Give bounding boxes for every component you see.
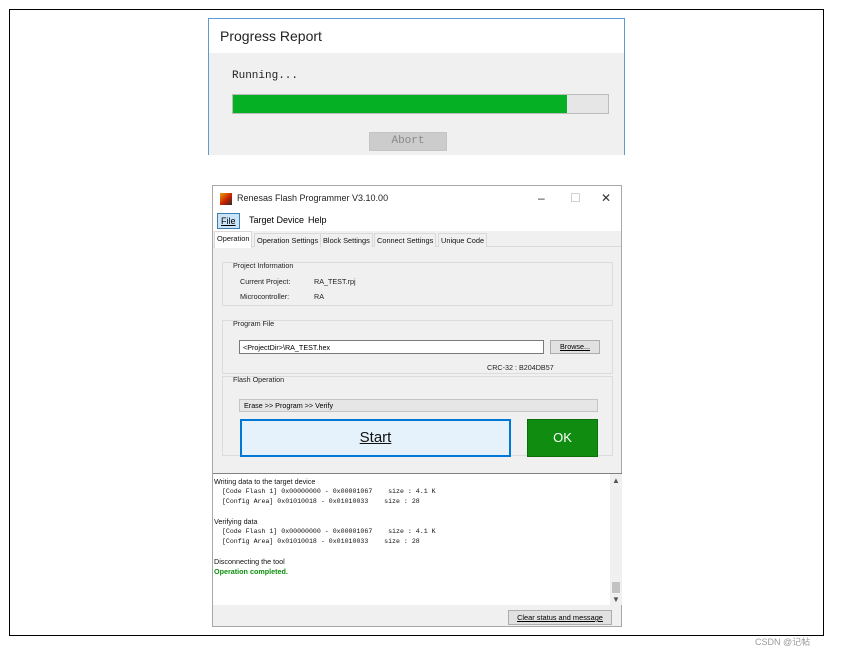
operation-panel: Project Information Current Project: RA_… [222, 250, 613, 458]
log-completed: Operation completed. [214, 567, 288, 576]
flash-operation-group: Flash Operation Erase >> Program >> Veri… [222, 375, 613, 457]
group-title: Project Information [233, 261, 294, 270]
maximize-icon[interactable]: ☐ [570, 190, 581, 206]
crc-value: CRC-32 : B204DB57 [487, 363, 554, 372]
clear-status-button[interactable]: Clear status and message [508, 610, 612, 625]
log-scrollbar[interactable]: ▲ ▼ [610, 474, 622, 605]
program-file-group: Program File <ProjectDir>\RA_TEST.hex Br… [222, 319, 613, 374]
microcontroller-label: Microcontroller: [240, 292, 290, 301]
log-line: Writing data to the target device [214, 477, 316, 486]
current-project-value: RA_TEST.rpj [314, 277, 356, 286]
scroll-down-icon[interactable]: ▼ [612, 595, 620, 604]
current-project-label: Current Project: [240, 277, 291, 286]
program-file-input[interactable]: <ProjectDir>\RA_TEST.hex [239, 340, 544, 354]
progress-bar [232, 94, 609, 114]
minimize-icon[interactable]: – [538, 190, 545, 206]
tab-strip: Operation Operation Settings Block Setti… [213, 231, 621, 248]
abort-button[interactable]: Abort [369, 132, 447, 151]
log-line: Verifying data [214, 517, 258, 526]
tab-block-settings[interactable]: Block Settings [320, 233, 373, 247]
group-title: Flash Operation [233, 375, 285, 384]
log-line: [Config Area] 0x01010018 - 0x01010033 si… [214, 498, 420, 505]
menu-bar: File Target Device Help [213, 212, 621, 231]
progress-status: Running... [232, 70, 299, 82]
scroll-thumb[interactable] [612, 582, 620, 593]
menu-file[interactable]: File [217, 213, 240, 229]
start-button[interactable]: Start [240, 419, 511, 457]
menu-target-device[interactable]: Target Device [249, 215, 304, 225]
close-icon[interactable]: ✕ [601, 190, 611, 206]
browse-button[interactable]: Browse... [550, 340, 600, 354]
renesas-app-icon [220, 193, 232, 205]
project-information-group: Project Information Current Project: RA_… [222, 261, 613, 306]
microcontroller-value: RA [314, 292, 324, 301]
log-line: Disconnecting the tool [214, 557, 285, 566]
result-ok-indicator: OK [527, 419, 598, 457]
log-line: [Code Flash 1] 0x00000000 - 0x00001067 s… [214, 528, 436, 535]
watermark: CSDN @记帖 [755, 637, 811, 647]
title-bar: Renesas Flash Programmer V3.10.00 – ☐ ✕ [213, 186, 621, 212]
scroll-up-icon[interactable]: ▲ [612, 476, 620, 485]
tab-operation-settings[interactable]: Operation Settings [254, 233, 322, 247]
operation-sequence: Erase >> Program >> Verify [239, 399, 598, 412]
tab-operation[interactable]: Operation [214, 231, 253, 248]
log-line: [Code Flash 1] 0x00000000 - 0x00001067 s… [214, 488, 436, 495]
group-title: Program File [233, 319, 275, 328]
tab-connect-settings[interactable]: Connect Settings [374, 233, 437, 247]
menu-help[interactable]: Help [308, 215, 327, 225]
window-title: Renesas Flash Programmer V3.10.00 [237, 193, 389, 203]
progress-report-dialog: Progress Report Running... Abort [208, 18, 625, 155]
tab-unique-code[interactable]: Unique Code [438, 233, 488, 247]
status-log[interactable]: Writing data to the target device [Code … [213, 473, 622, 605]
progress-bar-fill [233, 95, 567, 113]
log-content: Writing data to the target device [Code … [214, 477, 607, 577]
dialog-title: Progress Report [209, 19, 624, 53]
log-line: [Config Area] 0x01010018 - 0x01010033 si… [214, 538, 420, 545]
flash-programmer-window: Renesas Flash Programmer V3.10.00 – ☐ ✕ … [212, 185, 622, 627]
